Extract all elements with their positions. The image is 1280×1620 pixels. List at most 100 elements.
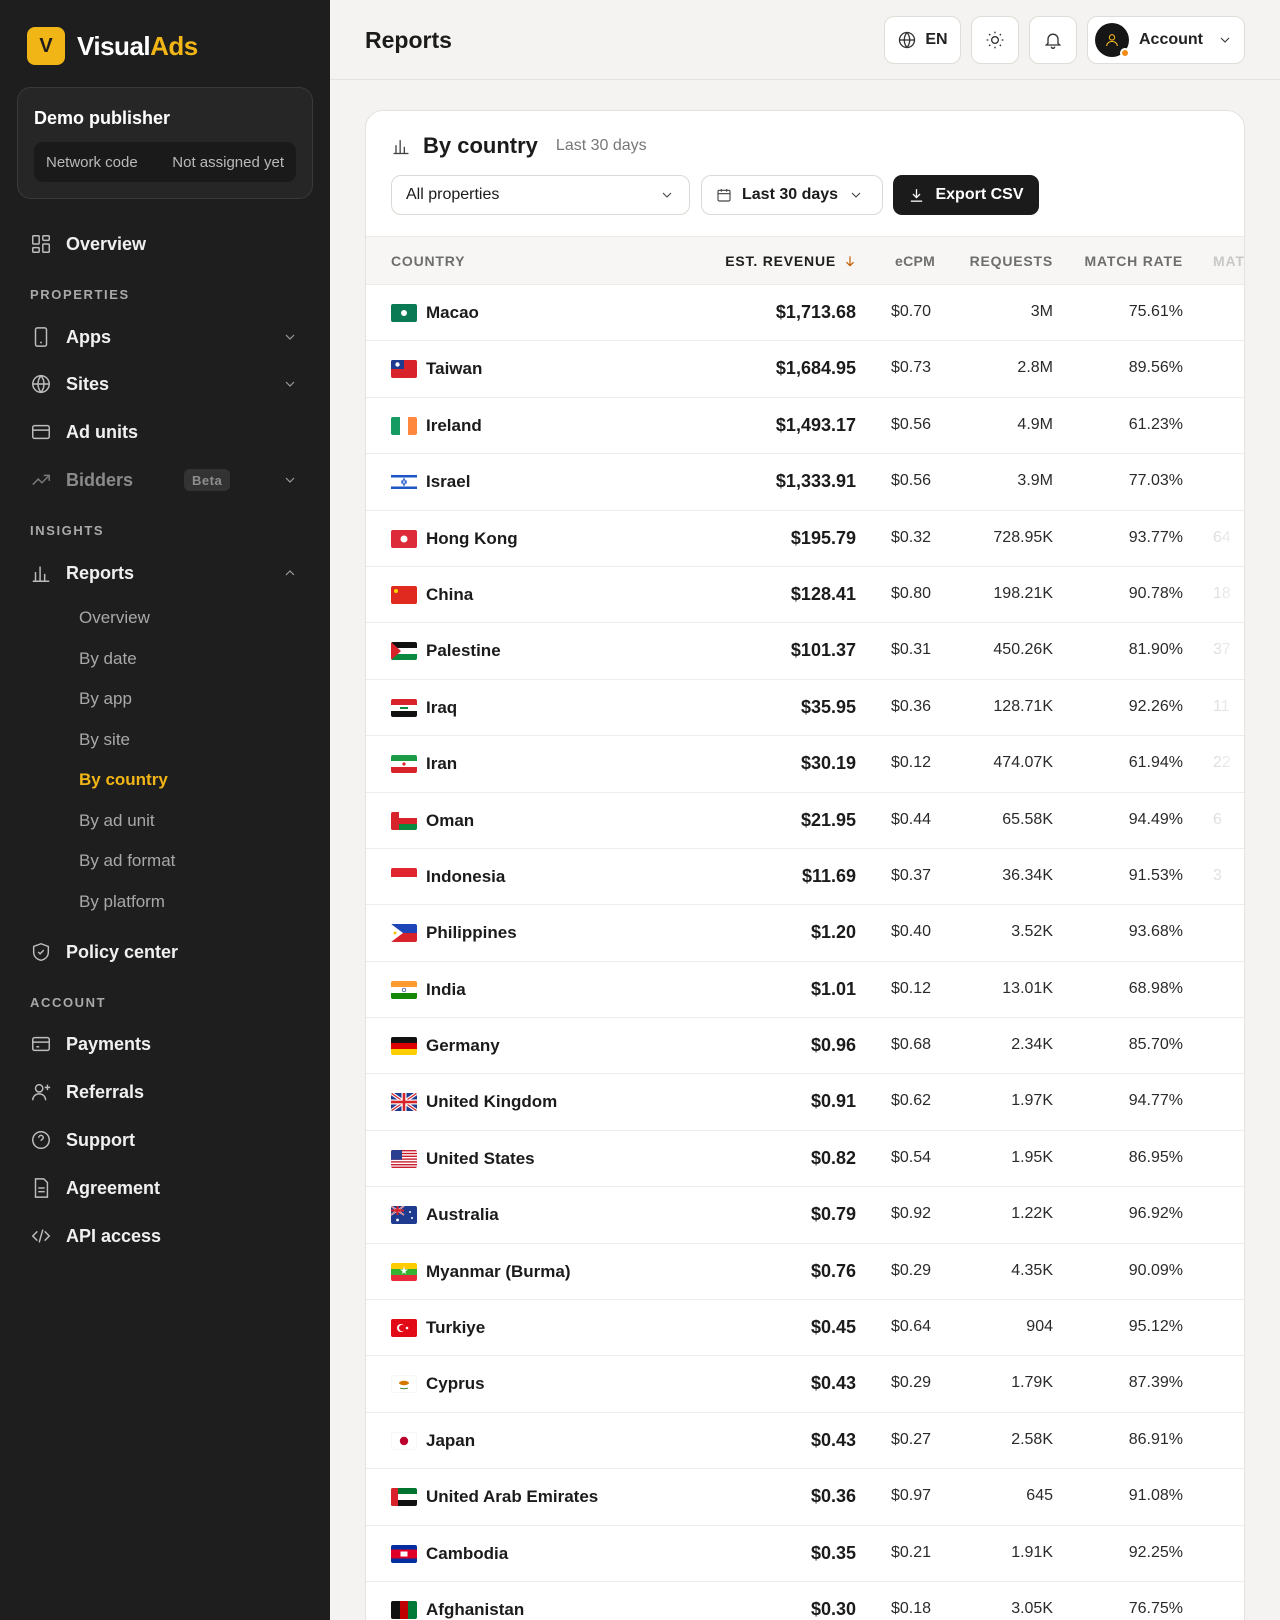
subnav-by-ad-format[interactable]: By ad format [79, 851, 175, 871]
est-revenue-value: $1,684.95 [775, 358, 856, 379]
table-row[interactable]: Indonesia $11.69 $0.37 36.34K 91.53% 3 [366, 848, 1244, 906]
nav-ad-units[interactable]: Ad units [30, 418, 138, 446]
subnav-overview[interactable]: Overview [79, 608, 150, 628]
column-partial[interactable]: MAT [1213, 253, 1244, 269]
flag-japan-icon [391, 1431, 417, 1450]
partial-column-value: 37 [1213, 641, 1231, 659]
brand-logo[interactable]: V VisualAds [27, 27, 198, 65]
card-header: By country Last 30 days [391, 133, 647, 159]
phone-icon [34, 327, 48, 347]
table-row[interactable]: Turkiye $0.45 $0.64 904 95.12% [366, 1300, 1244, 1357]
column-ecpm[interactable]: eCPM [895, 253, 935, 269]
row-fade-overlay [1200, 1018, 1244, 1074]
partial-column-value: 3 [1213, 866, 1222, 884]
match-rate-value: 92.25% [1128, 1543, 1183, 1561]
country-name: Macao [426, 303, 479, 322]
chevron-down-icon[interactable] [282, 376, 298, 392]
table-row[interactable]: Iraq $35.95 $0.36 128.71K 92.26% 11 [366, 679, 1244, 737]
ecpm-value: $0.32 [891, 528, 932, 546]
subnav-by-date[interactable]: By date [79, 649, 137, 669]
table-row[interactable]: China $128.41 $0.80 198.21K 90.78% 18 [366, 566, 1244, 624]
row-fade-overlay [1200, 341, 1244, 397]
sort-desc-icon[interactable] [843, 254, 857, 268]
subnav-by-country[interactable]: By country [79, 770, 168, 790]
subnav-by-site[interactable]: By site [79, 730, 130, 750]
globe-icon [32, 374, 50, 394]
ecpm-value: $0.62 [891, 1092, 932, 1110]
account-menu-button[interactable]: Account [1087, 16, 1245, 64]
flag-china-icon [391, 585, 417, 604]
brand-name: VisualAds [77, 30, 198, 61]
table-row[interactable]: Japan $0.43 $0.27 2.58K 86.91% [366, 1412, 1244, 1470]
requests-value: 3.05K [1011, 1599, 1053, 1617]
requests-value: 13.01K [1002, 979, 1053, 997]
subnav-by-platform[interactable]: By platform [79, 892, 165, 912]
column-requests[interactable]: REQUESTS [970, 253, 1053, 269]
table-row[interactable]: Philippines $1.20 $0.40 3.52K 93.68% [366, 905, 1244, 962]
nav-agreement[interactable]: Agreement [30, 1174, 160, 1202]
table-row[interactable]: Oman $21.95 $0.44 65.58K 94.49% 6 [366, 792, 1244, 849]
chevron-down-icon[interactable] [282, 472, 298, 488]
nav-bidders[interactable]: Bidders [30, 466, 133, 494]
flag-india-icon [391, 980, 417, 999]
flag-indonesia-icon [391, 867, 417, 886]
nav-apps[interactable]: Apps [30, 323, 111, 351]
match-rate-value: 92.26% [1128, 697, 1183, 715]
subnav-by-ad-unit[interactable]: By ad unit [79, 811, 155, 831]
export-csv-button[interactable]: Export CSV [893, 175, 1039, 215]
calendar-icon [717, 189, 731, 202]
table-row[interactable]: United Kingdom $0.91 $0.62 1.97K 94.77% [366, 1074, 1244, 1131]
trend-icon [32, 474, 50, 486]
language-button[interactable]: EN [884, 16, 961, 64]
nav-support[interactable]: Support [30, 1126, 135, 1154]
brand-mark: V [27, 27, 65, 65]
page-title: Reports [365, 27, 452, 53]
nav-sites[interactable]: Sites [30, 370, 109, 398]
nav-payments[interactable]: Payments [30, 1030, 151, 1058]
chevron-up-icon[interactable] [282, 565, 298, 581]
nav-referrals[interactable]: Referrals [30, 1078, 144, 1106]
download-icon [911, 188, 923, 202]
table-row[interactable]: Taiwan $1,684.95 $0.73 2.8M 89.56% [366, 341, 1244, 398]
table-row[interactable]: Macao $1,713.68 $0.70 3M 75.61% [366, 285, 1244, 342]
table-row[interactable]: Cambodia $0.35 $0.21 1.91K 92.25% [366, 1525, 1244, 1582]
theme-toggle-button[interactable] [971, 16, 1019, 64]
language-label: EN [925, 31, 948, 48]
table-row[interactable]: Hong Kong $195.79 $0.32 728.95K 93.77% 64 [366, 510, 1244, 567]
nav-overview[interactable]: Overview [30, 230, 146, 258]
chevron-down-icon [851, 192, 861, 198]
subnav-by-app[interactable]: By app [79, 689, 132, 709]
table-row[interactable]: India $1.01 $0.12 13.01K 68.98% [366, 961, 1244, 1019]
table-row[interactable]: Australia $0.79 $0.92 1.22K 96.92% [366, 1187, 1244, 1244]
table-row[interactable]: Iran $30.19 $0.12 474.07K 61.94% 22 [366, 736, 1244, 793]
nav-reports[interactable]: Reports [30, 559, 134, 587]
table-row[interactable]: Germany $0.96 $0.68 2.34K 85.70% [366, 1018, 1244, 1075]
nav-api-access[interactable]: API access [30, 1222, 161, 1250]
property-select[interactable]: All properties [391, 175, 690, 215]
table-row[interactable]: Israel $1,333.91 $0.56 3.9M 77.03% [366, 454, 1244, 511]
row-fade-overlay [1200, 961, 1244, 1018]
table-row[interactable]: Cyprus $0.43 $0.29 1.79K 87.39% [366, 1356, 1244, 1413]
column-country[interactable]: COUNTRY [391, 253, 465, 269]
section-insights: INSIGHTS [30, 523, 105, 538]
row-fade-overlay [1200, 1074, 1244, 1130]
est-revenue-value: $1,713.68 [775, 302, 856, 322]
table-row[interactable]: Myanmar (Burma) $0.76 $0.29 4.35K 90.09% [366, 1243, 1244, 1301]
country-name: Oman [426, 810, 475, 830]
requests-value: 4.35K [1011, 1261, 1053, 1279]
date-range-select[interactable]: Last 30 days [701, 175, 883, 215]
table-row[interactable]: United Arab Emirates $0.36 $0.97 645 91.08% [366, 1469, 1244, 1526]
column-est-revenue[interactable]: EST. REVENUE [725, 253, 836, 269]
ecpm-value: $0.54 [891, 1148, 932, 1166]
table-row[interactable]: United States $0.82 $0.54 1.95K 86.95% [366, 1130, 1244, 1188]
column-match-rate[interactable]: MATCH RATE [1085, 253, 1183, 269]
table-row[interactable]: Afghanistan $0.30 $0.18 3.05K 76.75% [366, 1581, 1244, 1620]
account-label: Account [1139, 31, 1203, 48]
country-name: Philippines [426, 923, 517, 943]
table-row[interactable]: Ireland $1,493.17 $0.56 4.9M 61.23% [366, 397, 1244, 455]
nav-policy-center[interactable]: Policy center [30, 938, 178, 966]
table-row[interactable]: Palestine $101.37 $0.31 450.26K 81.90% 37 [366, 623, 1244, 680]
notifications-button[interactable] [1029, 16, 1077, 64]
publisher-card[interactable]: Demo publisher Network code Not assigned… [17, 87, 313, 199]
chevron-down-icon[interactable] [282, 329, 298, 345]
